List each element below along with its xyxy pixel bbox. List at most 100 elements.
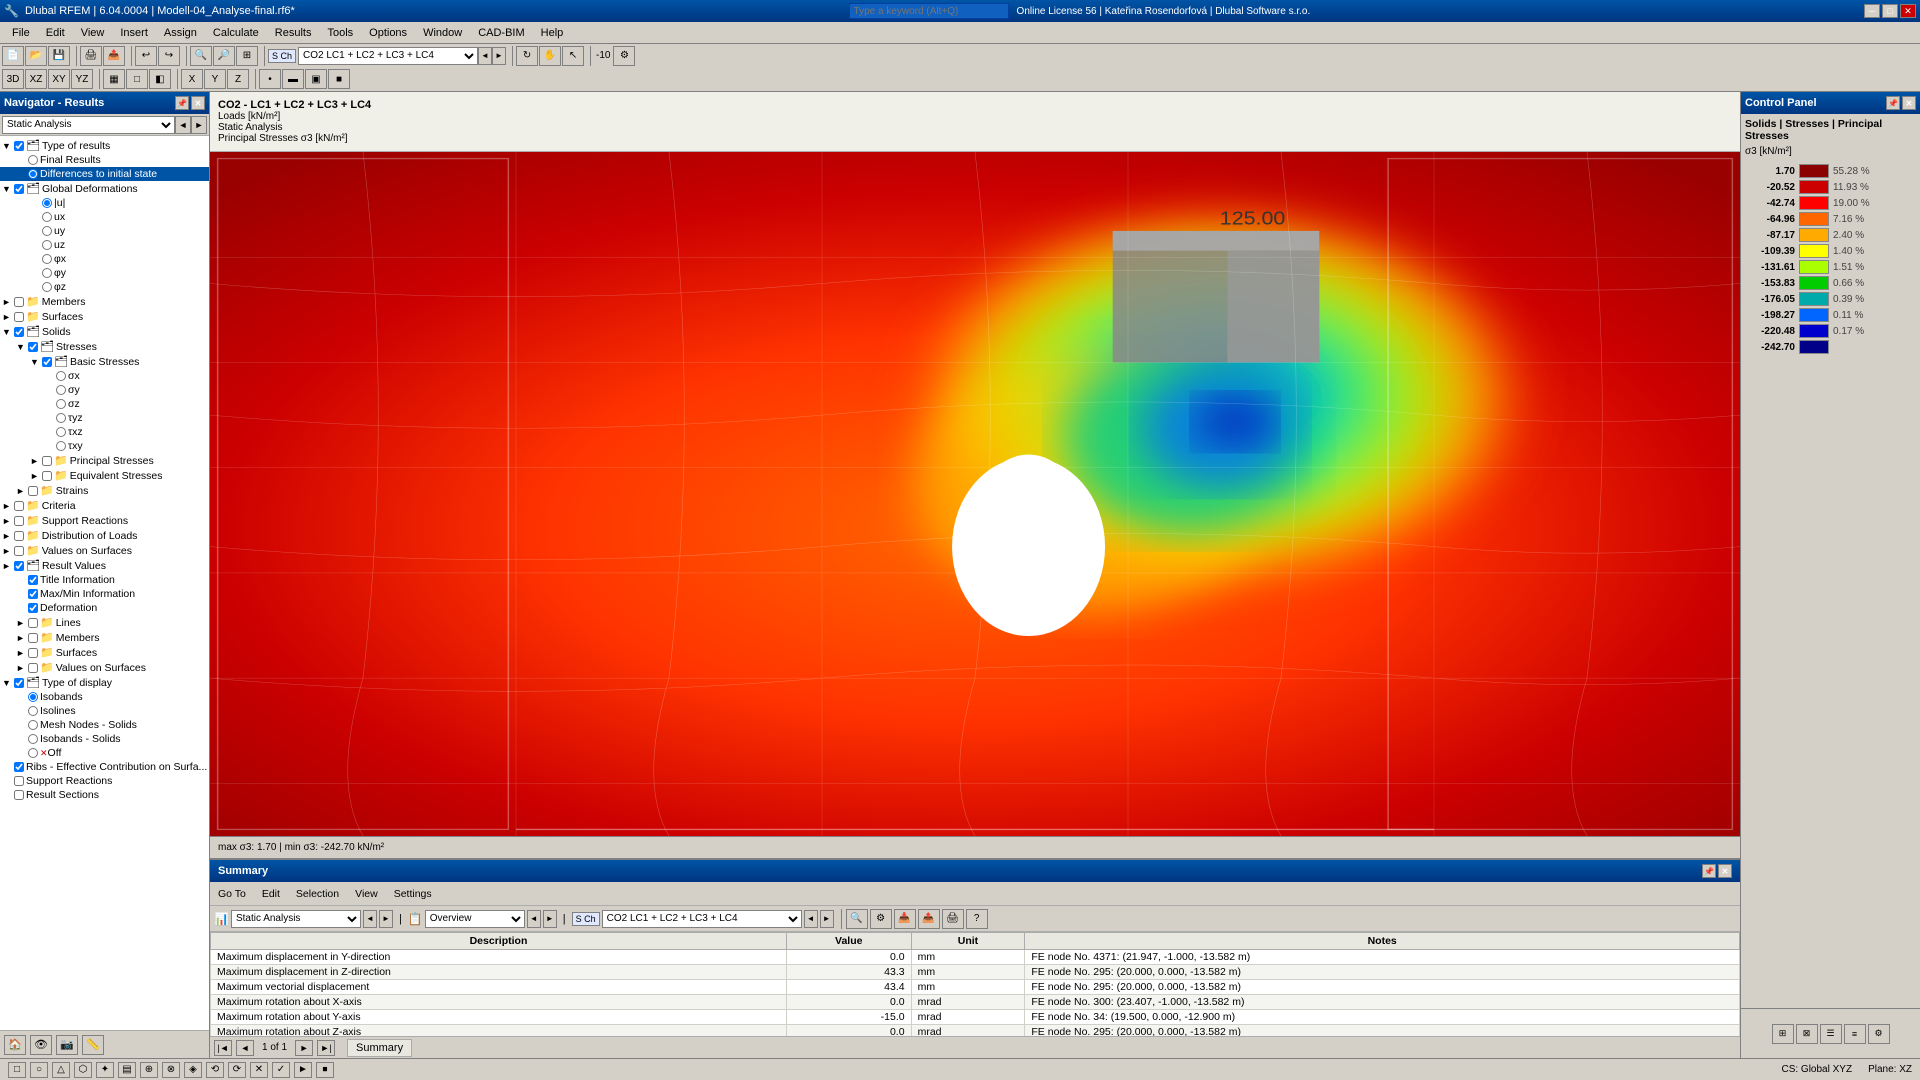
table-row[interactable]: Maximum vectorial displacement43.4mmFE n… bbox=[211, 980, 1740, 995]
tree-item[interactable]: ►📁Lines bbox=[0, 615, 209, 630]
xaxis-button[interactable]: X bbox=[181, 69, 203, 89]
nav-prev-button[interactable]: ◄ bbox=[175, 116, 191, 134]
save-button[interactable]: 💾 bbox=[48, 46, 70, 66]
tree-expand-icon[interactable]: ► bbox=[2, 297, 14, 307]
tree-expand-icon[interactable]: ► bbox=[2, 516, 14, 526]
tree-item[interactable]: Mesh Nodes - Solids bbox=[0, 718, 209, 732]
viewport-3d[interactable]: 125.00 bbox=[210, 152, 1740, 836]
tree-item[interactable]: φz bbox=[0, 280, 209, 294]
menu-cad-bim[interactable]: CAD-BIM bbox=[470, 25, 532, 41]
page-last-button[interactable]: ►| bbox=[317, 1040, 335, 1056]
status-icon-8[interactable]: ⊗ bbox=[162, 1062, 180, 1078]
tree-item[interactable]: τxy bbox=[0, 439, 209, 453]
tree-expand-icon[interactable]: ► bbox=[2, 531, 14, 541]
cp-pin-button[interactable]: 📌 bbox=[1886, 96, 1900, 110]
load-combo-select[interactable]: CO2 LC1 + LC2 + LC3 + LC4 bbox=[298, 47, 478, 65]
nav-eye-button[interactable]: 👁 bbox=[30, 1035, 52, 1055]
node-button[interactable]: • bbox=[259, 69, 281, 89]
tree-item[interactable]: ▼🗂Basic Stresses bbox=[0, 354, 209, 369]
tree-expand-icon[interactable]: ► bbox=[16, 663, 28, 673]
load-next-btn[interactable]: ► bbox=[820, 910, 834, 928]
tree-radio[interactable] bbox=[42, 212, 52, 222]
table-row[interactable]: Maximum displacement in Y-direction0.0mm… bbox=[211, 950, 1740, 965]
tree-radio[interactable] bbox=[28, 169, 38, 179]
summary-load-select[interactable]: CO2 LC1 + LC2 + LC3 + LC4 bbox=[602, 910, 802, 928]
summary-settings-menu[interactable]: Settings bbox=[390, 887, 436, 901]
summary-edit-menu[interactable]: Edit bbox=[258, 887, 284, 901]
tree-checkbox[interactable] bbox=[42, 456, 52, 466]
nav-camera-button[interactable]: 📷 bbox=[56, 1035, 78, 1055]
cp-tool-4[interactable]: ≡ bbox=[1844, 1024, 1866, 1044]
tree-expand-icon[interactable]: ► bbox=[2, 312, 14, 322]
tree-item[interactable]: φy bbox=[0, 266, 209, 280]
yaxis-button[interactable]: Y bbox=[204, 69, 226, 89]
table-tool-3[interactable]: 📥 bbox=[894, 909, 916, 929]
maximize-button[interactable]: □ bbox=[1882, 4, 1898, 18]
cp-tool-1[interactable]: ⊞ bbox=[1772, 1024, 1794, 1044]
summary-selection-menu[interactable]: Selection bbox=[292, 887, 343, 901]
tree-item[interactable]: τxz bbox=[0, 425, 209, 439]
tree-radio[interactable] bbox=[56, 441, 66, 451]
tree-item[interactable]: Result Sections bbox=[0, 788, 209, 802]
tree-item[interactable]: ►🗂Result Values bbox=[0, 558, 209, 573]
tree-checkbox[interactable] bbox=[14, 531, 24, 541]
combo-next-button[interactable]: ► bbox=[492, 47, 506, 65]
tree-expand-icon[interactable]: ▼ bbox=[30, 357, 42, 367]
tree-expand-icon[interactable]: ▼ bbox=[2, 327, 14, 337]
tree-checkbox[interactable] bbox=[28, 575, 38, 585]
overview-select[interactable]: Overview bbox=[425, 910, 525, 928]
table-row[interactable]: Maximum rotation about Z-axis0.0mradFE n… bbox=[211, 1025, 1740, 1037]
load-prev-btn[interactable]: ◄ bbox=[804, 910, 818, 928]
tree-item[interactable]: ▼🗂Stresses bbox=[0, 339, 209, 354]
tree-checkbox[interactable] bbox=[28, 648, 38, 658]
analysis-next-btn[interactable]: ► bbox=[379, 910, 393, 928]
zoom-in-button[interactable]: 🔍 bbox=[190, 46, 212, 66]
nav-pin-button[interactable]: 📌 bbox=[175, 96, 189, 110]
tree-item[interactable]: ►📁Distribution of Loads bbox=[0, 528, 209, 543]
tree-item[interactable]: ►📁Principal Stresses bbox=[0, 453, 209, 468]
status-icon-1[interactable]: □ bbox=[8, 1062, 26, 1078]
print-button[interactable]: 🖨 bbox=[80, 46, 102, 66]
tree-item[interactable]: ▼🗂Type of display bbox=[0, 675, 209, 690]
tree-radio[interactable] bbox=[28, 692, 38, 702]
tree-radio[interactable] bbox=[56, 399, 66, 409]
tree-checkbox[interactable] bbox=[14, 297, 24, 307]
open-button[interactable]: 📂 bbox=[25, 46, 47, 66]
tree-expand-icon[interactable]: ► bbox=[2, 546, 14, 556]
tree-checkbox[interactable] bbox=[14, 776, 24, 786]
tree-checkbox[interactable] bbox=[28, 589, 38, 599]
tree-item[interactable]: ▼🗂Global Deformations bbox=[0, 181, 209, 196]
summary-goto-menu[interactable]: Go To bbox=[214, 887, 250, 901]
status-icon-3[interactable]: △ bbox=[52, 1062, 70, 1078]
tree-checkbox[interactable] bbox=[14, 312, 24, 322]
view-yz-button[interactable]: YZ bbox=[71, 69, 93, 89]
tree-checkbox[interactable] bbox=[14, 790, 24, 800]
page-next-button[interactable]: ► bbox=[295, 1040, 313, 1056]
status-icon-15[interactable]: ⏹ bbox=[316, 1062, 334, 1078]
summary-close-button[interactable]: ✕ bbox=[1718, 864, 1732, 878]
tree-item[interactable]: Isolines bbox=[0, 704, 209, 718]
status-icon-11[interactable]: ⟳ bbox=[228, 1062, 246, 1078]
status-icon-7[interactable]: ⊕ bbox=[140, 1062, 158, 1078]
tree-item[interactable]: ▼🗂Solids bbox=[0, 324, 209, 339]
tree-item[interactable]: ►📁Equivalent Stresses bbox=[0, 468, 209, 483]
tree-item[interactable]: Title Information bbox=[0, 573, 209, 587]
undo-button[interactable]: ↩ bbox=[135, 46, 157, 66]
tree-radio[interactable] bbox=[42, 240, 52, 250]
menu-calculate[interactable]: Calculate bbox=[205, 25, 267, 41]
render-button[interactable]: ▦ bbox=[103, 69, 125, 89]
summary-analysis-select[interactable]: Static Analysis bbox=[231, 910, 361, 928]
cp-tool-3[interactable]: ☰ bbox=[1820, 1024, 1842, 1044]
zaxis-button[interactable]: Z bbox=[227, 69, 249, 89]
status-icon-5[interactable]: ✦ bbox=[96, 1062, 114, 1078]
tree-expand-icon[interactable]: ► bbox=[30, 471, 42, 481]
tree-checkbox[interactable] bbox=[28, 342, 38, 352]
menu-view[interactable]: View bbox=[73, 25, 113, 41]
tree-radio[interactable] bbox=[28, 734, 38, 744]
table-tool-5[interactable]: 🖨 bbox=[942, 909, 964, 929]
tree-checkbox[interactable] bbox=[14, 327, 24, 337]
tree-expand-icon[interactable]: ▼ bbox=[2, 141, 14, 151]
tree-item[interactable]: ►📁Strains bbox=[0, 483, 209, 498]
table-row[interactable]: Maximum rotation about Y-axis-15.0mradFE… bbox=[211, 1010, 1740, 1025]
tree-checkbox[interactable] bbox=[14, 501, 24, 511]
